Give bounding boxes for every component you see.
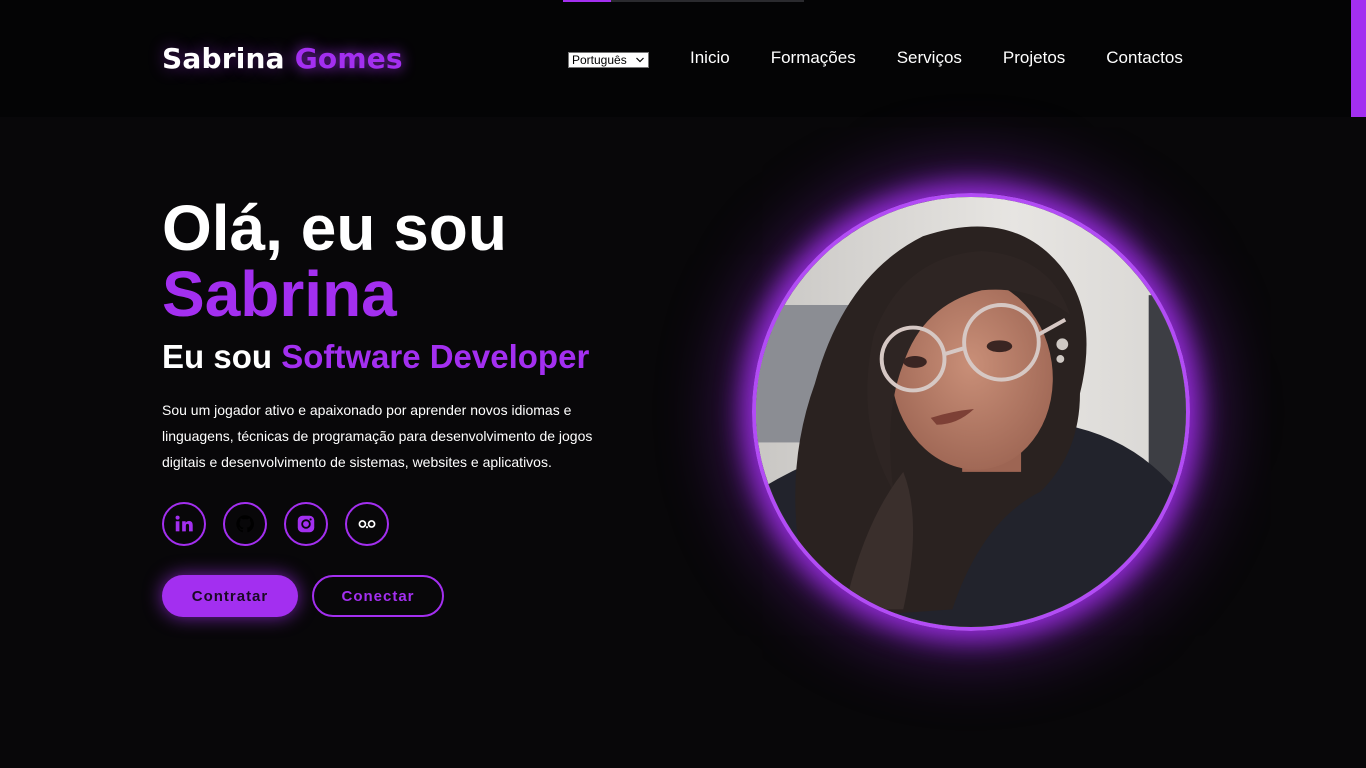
social-links xyxy=(162,502,406,546)
page: Sabrina Gomes Português Inicio Formações… xyxy=(0,0,1366,768)
hero-role-prefix: Eu sou xyxy=(162,338,273,375)
site-header: Sabrina Gomes Português Inicio Formações… xyxy=(0,0,1351,117)
scroll-progress-track xyxy=(563,0,804,2)
instagram-icon xyxy=(297,515,315,533)
hero-role: Eu sou Software Developer xyxy=(162,338,589,376)
main-nav: Inicio Formações Serviços Projetos Conta… xyxy=(690,48,1183,68)
github-icon xyxy=(236,515,254,533)
hero-name: Sabrina xyxy=(162,258,397,330)
site-logo[interactable]: Sabrina Gomes xyxy=(162,42,403,75)
linkedin-icon xyxy=(175,515,193,532)
hero-title: Olá, eu sou Sabrina xyxy=(162,195,507,327)
scroll-progress-fill xyxy=(563,0,612,2)
profile-portrait-illustration xyxy=(756,197,1186,627)
flickr-icon xyxy=(358,520,376,529)
hire-button[interactable]: Contratar xyxy=(162,575,298,617)
language-select-value: Português xyxy=(572,53,627,67)
hero-description: Sou um jogador ativo e apaixonado por ap… xyxy=(162,402,593,470)
github-link[interactable] xyxy=(223,502,267,546)
linkedin-link[interactable] xyxy=(162,502,206,546)
nav-item-inicio[interactable]: Inicio xyxy=(690,48,730,68)
hero-greeting: Olá, eu sou xyxy=(162,192,507,264)
language-select[interactable]: Português xyxy=(568,52,649,68)
hero-role-title: Software Developer xyxy=(281,338,590,375)
nav-item-servicos[interactable]: Serviços xyxy=(897,48,962,68)
instagram-link[interactable] xyxy=(284,502,328,546)
scrollbar-thumb[interactable] xyxy=(1351,0,1366,117)
logo-first-name: Sabrina xyxy=(162,42,285,75)
nav-item-contactos[interactable]: Contactos xyxy=(1106,48,1183,68)
nav-item-projetos[interactable]: Projetos xyxy=(1003,48,1065,68)
nav-item-formacoes[interactable]: Formações xyxy=(771,48,856,68)
flickr-link[interactable] xyxy=(345,502,389,546)
connect-button[interactable]: Conectar xyxy=(312,575,444,617)
profile-photo xyxy=(752,193,1190,631)
logo-last-name: Gomes xyxy=(294,42,403,75)
chevron-down-icon xyxy=(636,57,644,63)
